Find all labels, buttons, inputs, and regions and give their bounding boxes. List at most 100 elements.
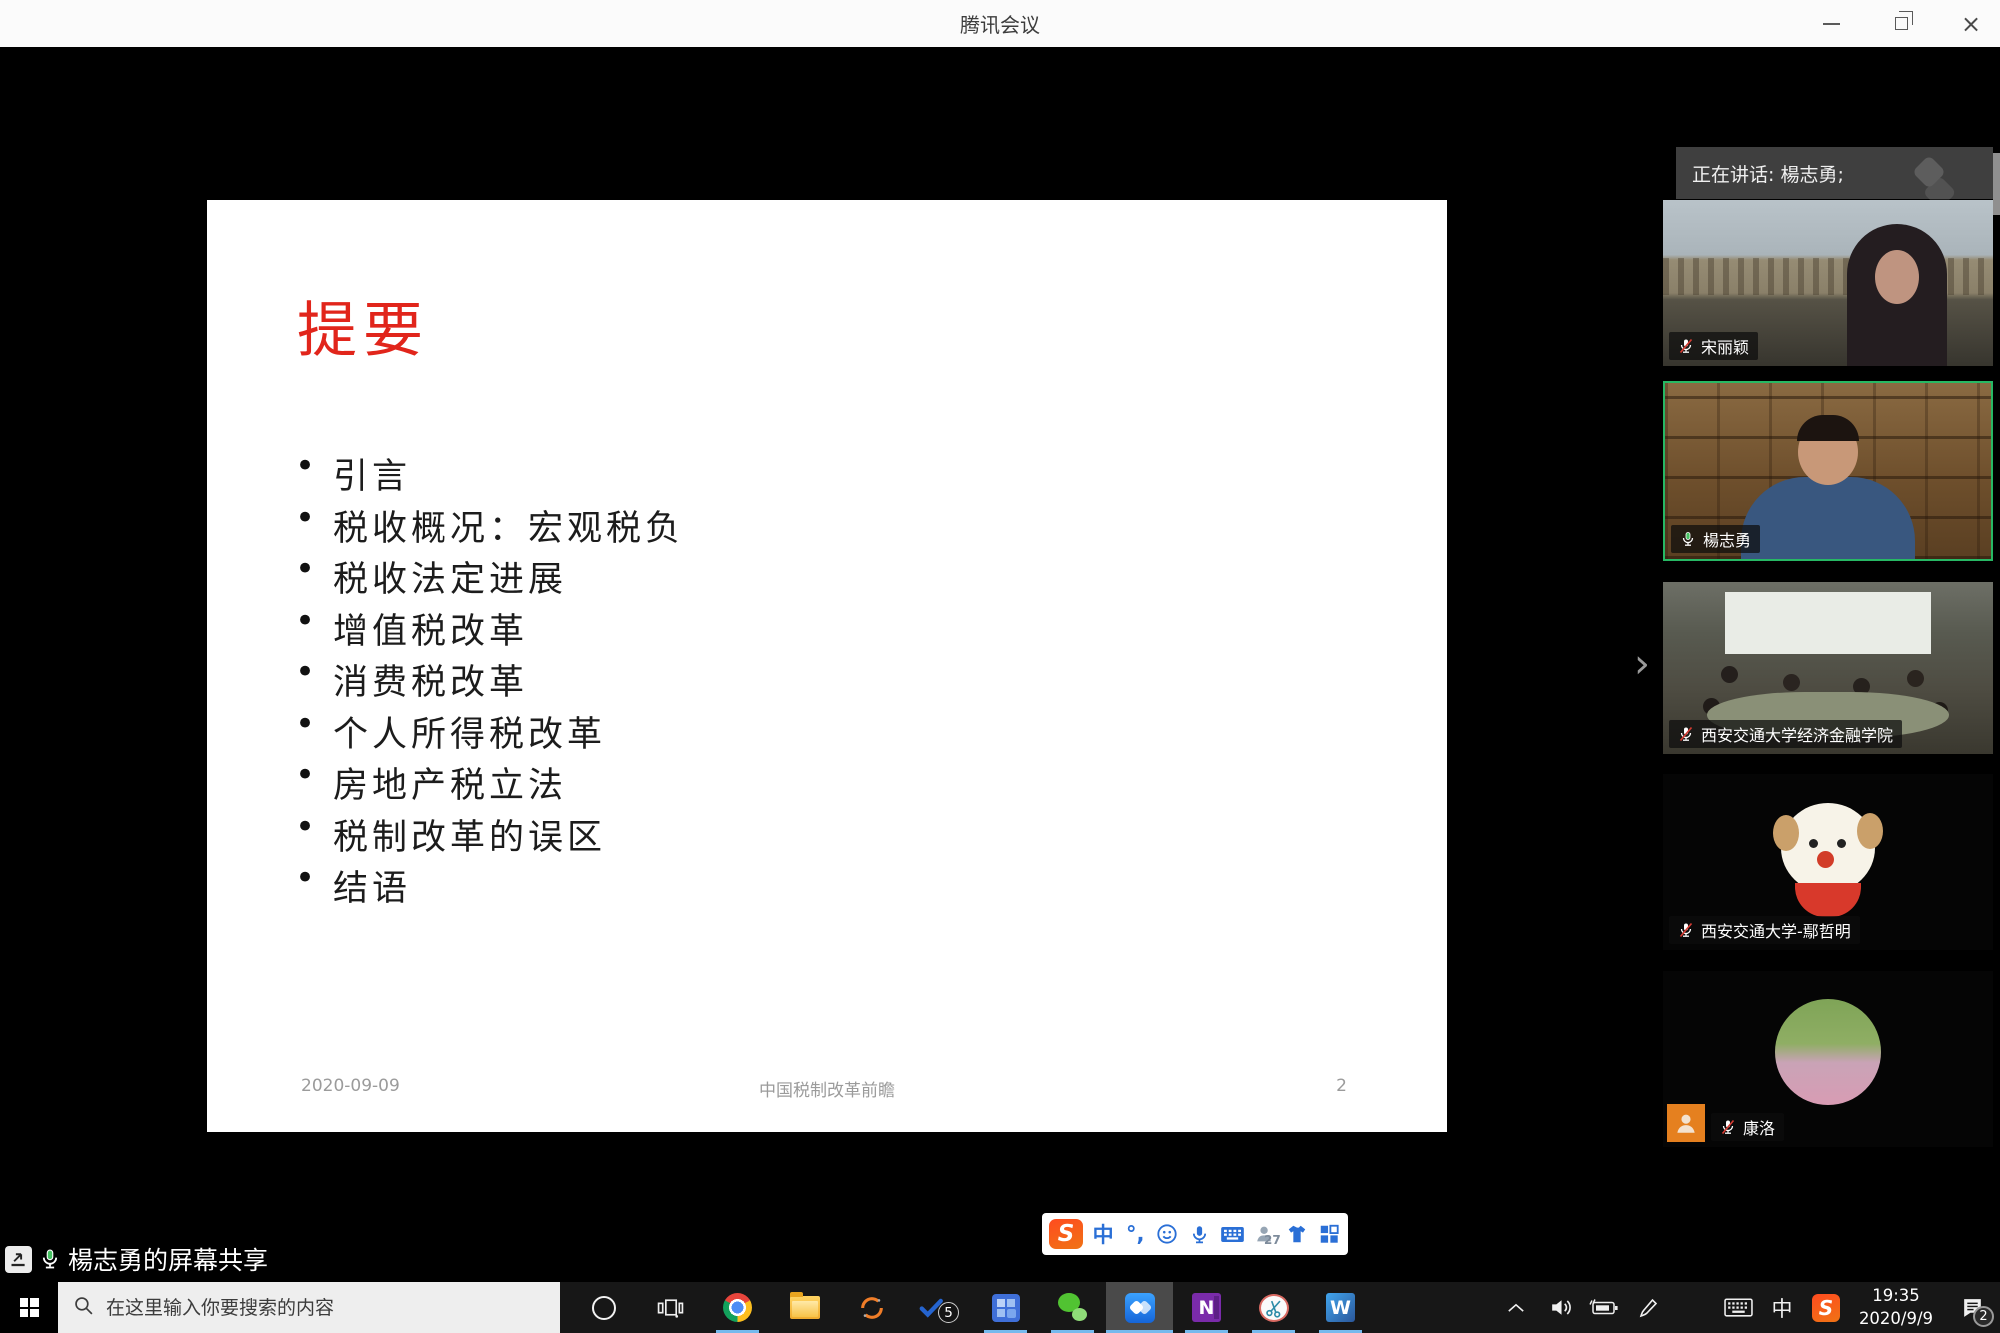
participant-nameplate: 宋丽颖 — [1669, 332, 1758, 360]
slide-bullet: 税制改革的误区 — [295, 809, 684, 861]
share-banner-label: 楊志勇的屏幕共享 — [68, 1241, 268, 1277]
battery-button[interactable] — [1582, 1282, 1626, 1333]
participant-name: 宋丽颖 — [1701, 334, 1749, 358]
mic-on-icon — [1680, 531, 1696, 547]
participant-figure — [1721, 666, 1738, 683]
system-tray: 中 S 19:35 2020/9/9 2 — [1494, 1282, 2000, 1333]
sidebar-collapse-button[interactable]: › — [1624, 638, 1660, 690]
slide-bullet: 房地产税立法 — [295, 757, 684, 809]
participant-nameplate: 康洛 — [1711, 1113, 1784, 1141]
ime-mode-indicator[interactable]: 中 — [1760, 1282, 1804, 1333]
video-tile-4[interactable]: 西安交通大学-鄢哲明 — [1663, 774, 1993, 950]
cortana-button[interactable] — [570, 1282, 637, 1333]
snipping-app-button[interactable] — [1240, 1282, 1307, 1333]
todo-app-button[interactable]: 5 — [905, 1282, 972, 1333]
slide-footer: 2020-09-09 中国税制改革前瞻 2 — [207, 1076, 1447, 1106]
clock-time: 19:35 — [1848, 1285, 1944, 1307]
window-title: 腾讯会议 — [0, 0, 2000, 47]
cartoon-avatar — [1795, 883, 1861, 917]
participant-name: 康洛 — [1743, 1115, 1775, 1139]
word-button[interactable]: W — [1307, 1282, 1374, 1333]
onenote-icon: N — [1192, 1293, 1221, 1322]
participant-nameplate: 西安交通大学-鄢哲明 — [1669, 916, 1860, 944]
mic-muted-icon — [1678, 726, 1694, 742]
minimize-button[interactable] — [1816, 9, 1846, 39]
skin-shirt-icon[interactable] — [1285, 1223, 1309, 1245]
screen-share-banner: 楊志勇的屏幕共享 — [5, 1241, 268, 1277]
participant-figure — [1847, 224, 1947, 366]
sync-app-button[interactable] — [838, 1282, 905, 1333]
clock-date: 2020/9/9 — [1848, 1308, 1944, 1330]
battery-charging-icon — [1589, 1298, 1619, 1317]
onenote-button[interactable]: N — [1173, 1282, 1240, 1333]
file-explorer-button[interactable] — [771, 1282, 838, 1333]
mic-muted-icon — [1720, 1119, 1736, 1135]
slide-bullet: 消费税改革 — [295, 654, 684, 706]
word-icon: W — [1326, 1293, 1355, 1322]
keyboard-icon — [1724, 1298, 1753, 1317]
ime-toolbar: S 中 °, 27 — [1042, 1213, 1348, 1255]
slide-bullet: 结语 — [295, 860, 684, 912]
slide-title: 提要 — [297, 282, 429, 369]
action-center-button[interactable]: 2 — [1944, 1282, 2000, 1333]
windows-ink-button[interactable] — [1626, 1282, 1670, 1333]
slide-bullet-list: 引言 税收概况：宏观税负 税收法定进展 增值税改革 消费税改革 个人所得税改革 … — [295, 448, 684, 912]
tray-expand-button[interactable] — [1494, 1282, 1538, 1333]
taskbar: 5 N W — [0, 1282, 2000, 1333]
ime-profile-icon[interactable]: 27 — [1253, 1223, 1277, 1245]
close-button[interactable]: × — [1956, 9, 1986, 39]
chevron-right-icon: › — [1634, 641, 1650, 687]
start-button[interactable] — [0, 1282, 58, 1333]
task-view-button[interactable] — [637, 1282, 704, 1333]
scissors-icon — [1259, 1294, 1289, 1322]
sync-arrows-icon — [858, 1294, 886, 1322]
pinned-app-button[interactable] — [972, 1282, 1039, 1333]
voice-input-icon[interactable] — [1188, 1224, 1212, 1245]
screen-share-icon — [5, 1246, 32, 1273]
volume-button[interactable] — [1538, 1282, 1582, 1333]
taskbar-search[interactable] — [58, 1282, 560, 1333]
avatar-placeholder-icon — [1667, 1104, 1705, 1142]
toolbox-grid-icon[interactable] — [1317, 1223, 1341, 1245]
ime-punctuation-button[interactable]: °, — [1123, 1222, 1147, 1246]
video-tile-1[interactable]: 宋丽颖 — [1663, 200, 1993, 366]
video-tile-5[interactable]: 康洛 — [1663, 971, 1993, 1147]
sogou-logo-icon[interactable]: S — [1049, 1219, 1083, 1249]
sogou-tray-icon: S — [1812, 1294, 1840, 1322]
restore-button[interactable] — [1886, 9, 1916, 39]
tencent-meeting-window: 腾讯会议 × 提要 引言 税收概况：宏观税负 税收法定进展 增值税改革 消费税改… — [0, 0, 2000, 1333]
speaker-icon — [1548, 1295, 1573, 1320]
sidebar-scrollbar[interactable] — [1993, 153, 2000, 215]
shared-screen-slide: 提要 引言 税收概况：宏观税负 税收法定进展 增值税改革 消费税改革 个人所得税… — [207, 200, 1447, 1132]
sogou-tray-button[interactable]: S — [1804, 1282, 1848, 1333]
todo-count-badge: 5 — [938, 1302, 959, 1323]
ime-mode-button[interactable]: 中 — [1091, 1219, 1115, 1249]
window-controls: × — [1816, 0, 1986, 47]
slide-footer-title: 中国税制改革前瞻 — [207, 1076, 1447, 1101]
restore-icon — [1895, 17, 1908, 30]
video-tile-3[interactable]: 西安交通大学经济金融学院 — [1663, 582, 1993, 754]
mic-muted-icon — [1678, 922, 1694, 938]
slide-bullet: 税收法定进展 — [295, 551, 684, 603]
window-titlebar: 腾讯会议 × — [0, 0, 2000, 47]
video-tile-2-speaking[interactable]: 楊志勇 — [1663, 381, 1993, 561]
search-input[interactable] — [106, 1297, 536, 1319]
soft-keyboard-icon[interactable] — [1220, 1226, 1245, 1243]
wechat-button[interactable] — [1039, 1282, 1106, 1333]
windows-logo-icon — [20, 1298, 39, 1317]
notification-count-badge: 2 — [1973, 1306, 1994, 1327]
participant-nameplate: 西安交通大学经济金融学院 — [1669, 720, 1902, 748]
slide-page-number: 2 — [1336, 1076, 1347, 1096]
slide-bullet: 税收概况：宏观税负 — [295, 500, 684, 552]
emoji-icon[interactable] — [1155, 1223, 1179, 1245]
task-view-icon — [657, 1295, 684, 1320]
slide-bullet: 引言 — [295, 448, 684, 500]
participant-nameplate: 楊志勇 — [1671, 525, 1760, 553]
pen-icon — [1636, 1296, 1660, 1320]
close-icon: × — [1961, 12, 1981, 36]
touch-keyboard-button[interactable] — [1716, 1282, 1760, 1333]
taskbar-clock[interactable]: 19:35 2020/9/9 — [1848, 1285, 1944, 1330]
ime-skin-badge: 27 — [1264, 1233, 1281, 1247]
tencent-meeting-button[interactable] — [1106, 1282, 1173, 1333]
chrome-button[interactable] — [704, 1282, 771, 1333]
